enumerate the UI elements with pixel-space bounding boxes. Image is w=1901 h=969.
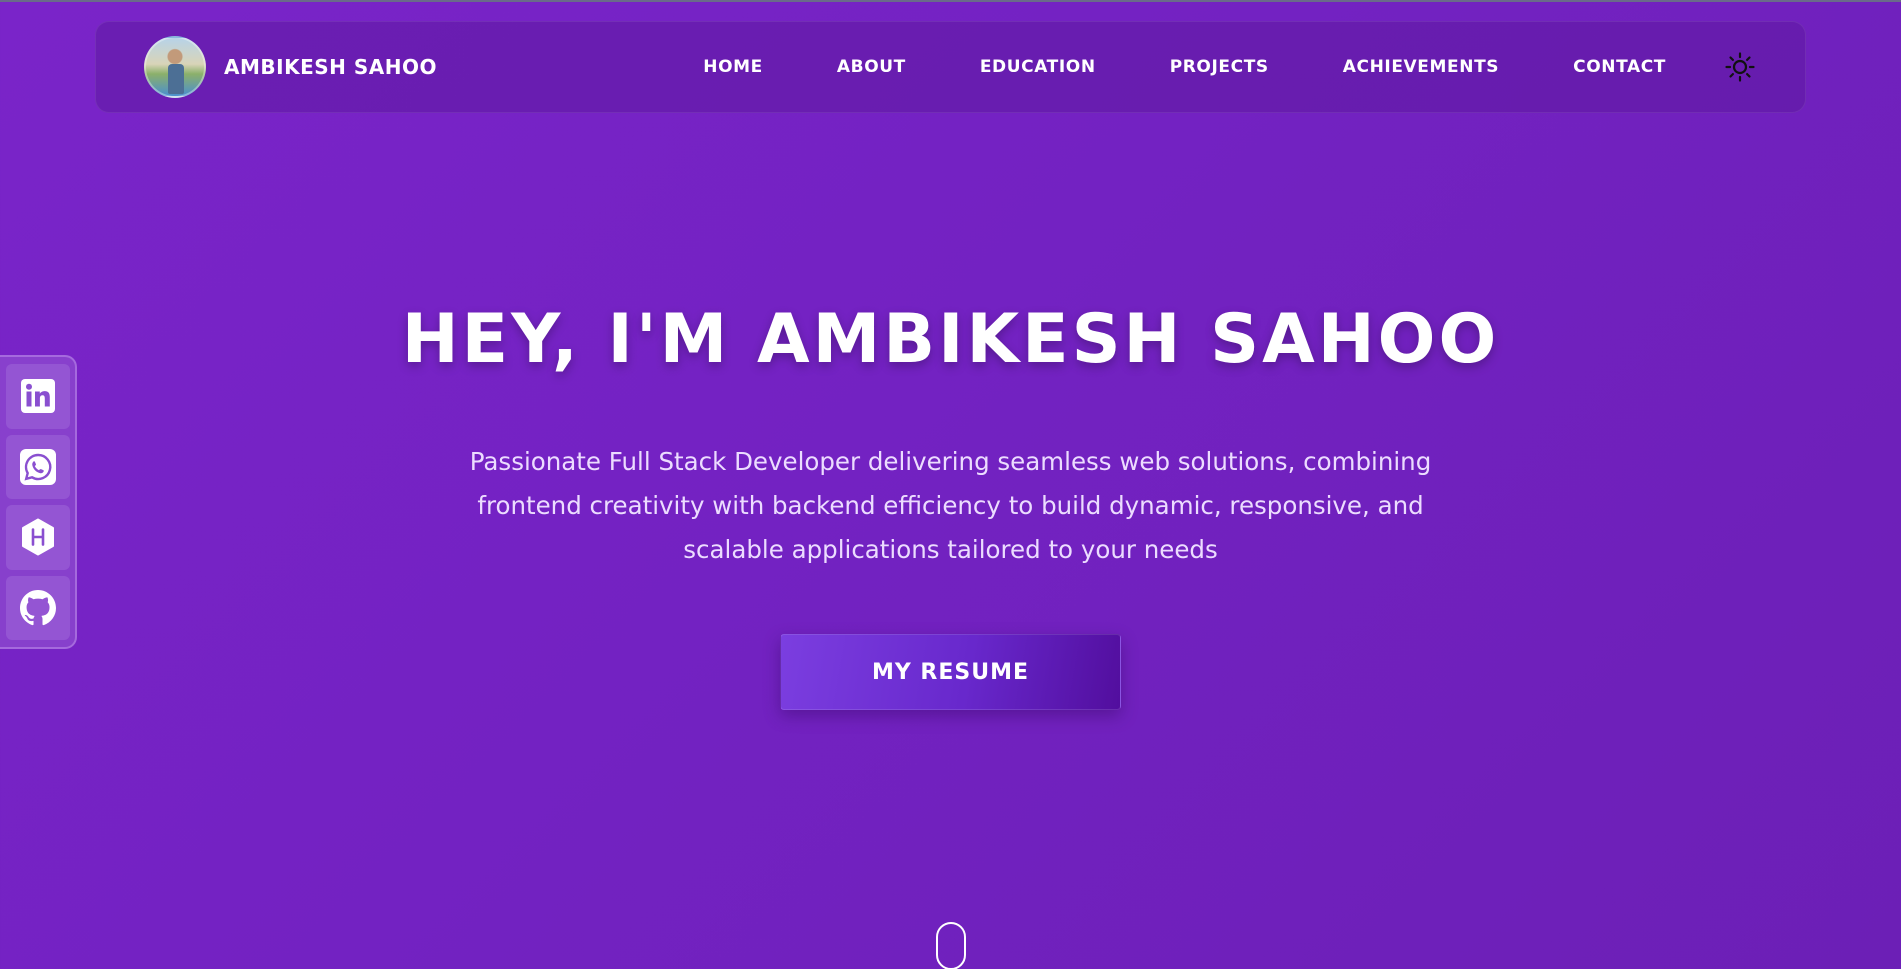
github-icon [20, 589, 56, 625]
nav-link-contact[interactable]: CONTACT [1536, 57, 1703, 77]
navbar: AMBIKESH SAHOO HOME ABOUT EDUCATION PROJ… [95, 21, 1806, 113]
hashnode-link[interactable] [6, 505, 70, 570]
window-top-border [0, 0, 1901, 2]
theme-toggle-button[interactable] [1723, 50, 1757, 84]
resume-button[interactable]: MY RESUME [780, 634, 1121, 710]
nav-link-home[interactable]: HOME [666, 57, 800, 77]
hero-title: HEY, I'M AMBIKESH SAHOO [401, 300, 1500, 379]
nav-link-education[interactable]: EDUCATION [943, 57, 1133, 77]
nav-link-about[interactable]: ABOUT [800, 57, 943, 77]
social-sidebar [0, 355, 77, 649]
hero-subtitle: Passionate Full Stack Developer deliveri… [469, 447, 1432, 564]
nav-links: HOME ABOUT EDUCATION PROJECTS ACHIEVEMEN… [666, 50, 1757, 84]
brand[interactable]: AMBIKESH SAHOO [144, 36, 437, 98]
whatsapp-link[interactable] [6, 434, 70, 499]
whatsapp-icon [20, 448, 56, 485]
github-link[interactable] [6, 575, 70, 640]
nav-link-projects[interactable]: PROJECTS [1133, 57, 1306, 77]
sun-icon [1725, 52, 1755, 82]
linkedin-icon [21, 379, 55, 414]
brand-name[interactable]: AMBIKESH SAHOO [224, 55, 437, 79]
nav-link-achievements[interactable]: ACHIEVEMENTS [1306, 57, 1536, 77]
avatar [144, 36, 206, 98]
scroll-down-indicator[interactable] [936, 922, 966, 969]
hashnode-icon [22, 518, 54, 556]
